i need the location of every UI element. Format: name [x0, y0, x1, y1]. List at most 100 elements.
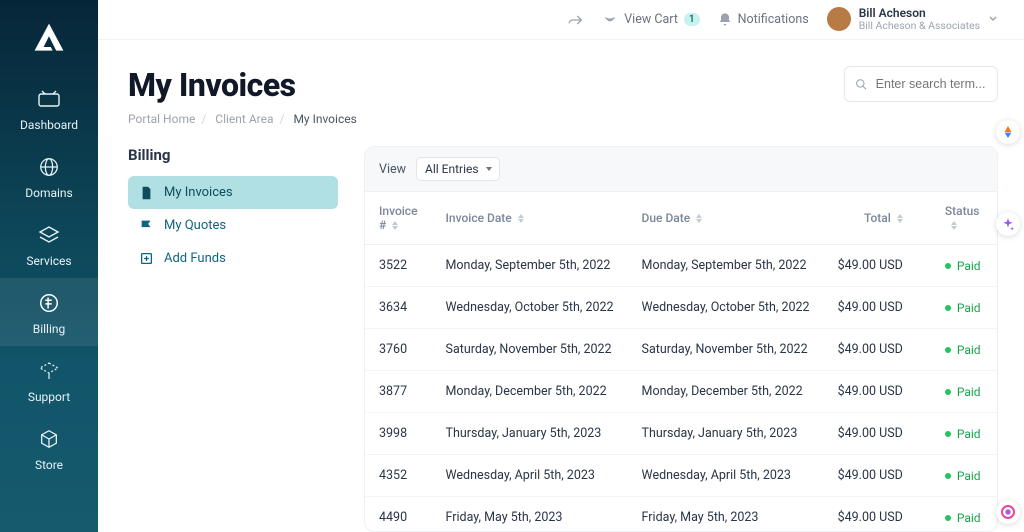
billing-item-my-quotes[interactable]: My Quotes: [128, 209, 338, 242]
cell-total: $49.00 USD: [824, 371, 931, 413]
billing-item-my-invoices[interactable]: My Invoices: [128, 176, 338, 209]
col-total[interactable]: Total: [824, 192, 931, 245]
status-dot-icon: [945, 263, 951, 269]
cell-total: $49.00 USD: [824, 245, 931, 287]
table-row[interactable]: 3998Thursday, January 5th, 2023Thursday,…: [365, 413, 997, 455]
cell-due-date: Saturday, November 5th, 2022: [628, 329, 824, 371]
view-select[interactable]: All Entries: [416, 157, 500, 181]
floating-widget-1[interactable]: [996, 120, 1020, 144]
main-area: View Cart 1 Notifications Bill Acheson B…: [98, 0, 1024, 532]
cell-invoice-date: Saturday, November 5th, 2022: [432, 329, 628, 371]
top-header: View Cart 1 Notifications Bill Acheson B…: [98, 0, 1024, 40]
col-invoice-date[interactable]: Invoice Date: [432, 192, 628, 245]
bell-icon: [718, 12, 732, 28]
flag-icon: [140, 219, 154, 232]
sort-icon: [392, 221, 398, 230]
search-input[interactable]: [876, 77, 987, 91]
cell-due-date: Wednesday, October 5th, 2022: [628, 287, 824, 329]
status-dot-icon: [945, 515, 951, 521]
nav-item-services[interactable]: Services: [0, 210, 98, 278]
cell-status: Paid: [931, 497, 997, 532]
plus-square-icon: [140, 252, 154, 265]
sort-icon: [897, 214, 903, 223]
table-row[interactable]: 3634Wednesday, October 5th, 2022Wednesda…: [365, 287, 997, 329]
billing-item-label: My Invoices: [164, 185, 233, 200]
cell-invoice-date: Monday, December 5th, 2022: [432, 371, 628, 413]
table-row[interactable]: 3522Monday, September 5th, 2022Monday, S…: [365, 245, 997, 287]
user-menu[interactable]: Bill Acheson Bill Acheson & Associates: [827, 7, 998, 32]
cart-icon: [602, 13, 618, 27]
billing-item-label: Add Funds: [164, 251, 226, 266]
cell-status: Paid: [931, 413, 997, 455]
cell-invoice-date: Thursday, January 5th, 2023: [432, 413, 628, 455]
table-row[interactable]: 4352Wednesday, April 5th, 2023Wednesday,…: [365, 455, 997, 497]
nav-label: Domains: [25, 186, 73, 200]
nav-item-support[interactable]: Support: [0, 346, 98, 414]
nav-item-dashboard[interactable]: Dashboard: [0, 74, 98, 142]
sort-icon: [951, 221, 957, 230]
cell-total: $49.00 USD: [824, 413, 931, 455]
cell-invoice-id: 3634: [365, 287, 432, 329]
page-title: My Invoices: [128, 66, 296, 104]
table-row[interactable]: 3760Saturday, November 5th, 2022Saturday…: [365, 329, 997, 371]
cell-due-date: Monday, September 5th, 2022: [628, 245, 824, 287]
status-dot-icon: [945, 431, 951, 437]
nav-label: Billing: [33, 322, 66, 336]
crumb-client-area[interactable]: Client Area: [215, 112, 273, 126]
panel-toolbar: View All Entries: [365, 147, 997, 192]
cell-total: $49.00 USD: [824, 455, 931, 497]
col-invoice[interactable]: Invoice #: [365, 192, 432, 245]
status-dot-icon: [945, 473, 951, 479]
notifications-label: Notifications: [738, 12, 809, 27]
globe-icon: [35, 154, 63, 180]
nav-item-billing[interactable]: Billing: [0, 278, 98, 346]
cell-invoice-id: 4490: [365, 497, 432, 532]
billing-item-add-funds[interactable]: Add Funds: [128, 242, 338, 275]
support-icon: [35, 358, 63, 384]
cell-status: Paid: [931, 287, 997, 329]
notifications-link[interactable]: Notifications: [718, 12, 809, 28]
view-cart-label: View Cart: [624, 12, 678, 27]
view-label: View: [379, 162, 406, 177]
nav-item-domains[interactable]: Domains: [0, 142, 98, 210]
col-status[interactable]: Status: [931, 192, 997, 245]
nav-item-store[interactable]: Store: [0, 414, 98, 482]
nav-label: Support: [28, 390, 70, 404]
nav-label: Store: [35, 458, 63, 472]
share-icon[interactable]: [568, 13, 584, 27]
billing-item-label: My Quotes: [164, 218, 226, 233]
billing-icon: [35, 290, 63, 316]
chevron-down-icon: [988, 14, 998, 24]
floating-widget-2[interactable]: [996, 212, 1020, 236]
col-due-date[interactable]: Due Date: [628, 192, 824, 245]
invoice-panel: View All Entries Invoice # Invoice Date …: [364, 146, 998, 532]
status-dot-icon: [945, 389, 951, 395]
cell-total: $49.00 USD: [824, 287, 931, 329]
cell-due-date: Wednesday, April 5th, 2023: [628, 455, 824, 497]
cart-count-badge: 1: [684, 13, 700, 26]
floating-widget-3[interactable]: [996, 500, 1020, 524]
nav-label: Services: [26, 254, 71, 268]
cell-due-date: Thursday, January 5th, 2023: [628, 413, 824, 455]
status-dot-icon: [945, 305, 951, 311]
table-row[interactable]: 4490Friday, May 5th, 2023Friday, May 5th…: [365, 497, 997, 532]
status-dot-icon: [945, 347, 951, 353]
cell-due-date: Monday, December 5th, 2022: [628, 371, 824, 413]
sort-icon: [518, 214, 524, 223]
cell-invoice-id: 3760: [365, 329, 432, 371]
nav-label: Dashboard: [20, 118, 78, 132]
logo-icon: [31, 20, 67, 56]
cube-icon: [35, 426, 63, 452]
crumb-portal-home[interactable]: Portal Home: [128, 112, 195, 126]
document-icon: [140, 186, 154, 200]
cell-invoice-date: Friday, May 5th, 2023: [432, 497, 628, 532]
cell-status: Paid: [931, 371, 997, 413]
cell-total: $49.00 USD: [824, 497, 931, 532]
app-sidebar: Dashboard Domains Services Billing Suppo…: [0, 0, 98, 532]
view-cart-link[interactable]: View Cart 1: [602, 12, 699, 27]
page-header: My Invoices: [98, 40, 1024, 110]
cell-status: Paid: [931, 245, 997, 287]
search-box[interactable]: [844, 66, 998, 102]
table-row[interactable]: 3877Monday, December 5th, 2022Monday, De…: [365, 371, 997, 413]
dashboard-icon: [35, 86, 63, 112]
